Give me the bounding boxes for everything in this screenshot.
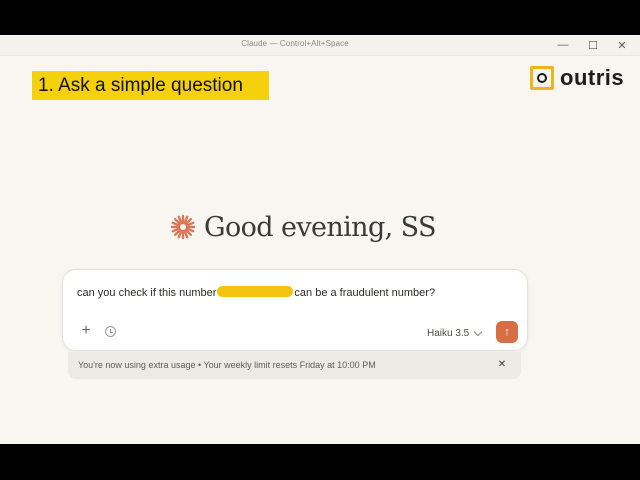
brand-logo: outris: [530, 65, 624, 91]
close-icon[interactable]: ✕: [496, 358, 508, 372]
greeting-text: Good evening, SS: [204, 211, 437, 243]
greeting: Good evening, SS: [170, 207, 437, 247]
usage-notice: You're now using extra usage • Your week…: [68, 352, 521, 379]
claude-spark-icon: [170, 214, 196, 240]
clock-icon[interactable]: [105, 326, 116, 337]
prompt-text-before: can you check if this number: [77, 287, 217, 299]
message-input[interactable]: can you check if this number can be a fra…: [77, 286, 435, 299]
attach-plus-icon[interactable]: +: [79, 323, 93, 339]
step-callout: 1. Ask a simple question: [32, 71, 269, 100]
redacted-number: [217, 286, 294, 297]
app-window: Claude — Control+Alt+Space — ☐ ✕ 1. Ask …: [0, 35, 640, 444]
close-window-button[interactable]: ✕: [610, 37, 634, 53]
minimize-button[interactable]: —: [551, 37, 575, 53]
model-selector[interactable]: Haiku 3.5: [427, 326, 483, 340]
message-composer[interactable]: can you check if this number can be a fra…: [62, 269, 528, 351]
send-button[interactable]: ↑: [496, 321, 518, 343]
logo-text: outris: [560, 65, 625, 90]
outris-logo-icon: [530, 66, 554, 90]
usage-notice-text: You're now using extra usage • Your week…: [78, 360, 376, 370]
chevron-down-icon: [474, 327, 483, 336]
model-label: Haiku 3.5: [427, 327, 470, 339]
window-title: Claude — Control+Alt+Space: [241, 39, 349, 48]
title-bar: Claude — Control+Alt+Space — ☐ ✕: [0, 35, 640, 56]
maximize-button[interactable]: ☐: [581, 37, 605, 53]
prompt-text-after: can be a fraudulent number?: [294, 287, 436, 299]
